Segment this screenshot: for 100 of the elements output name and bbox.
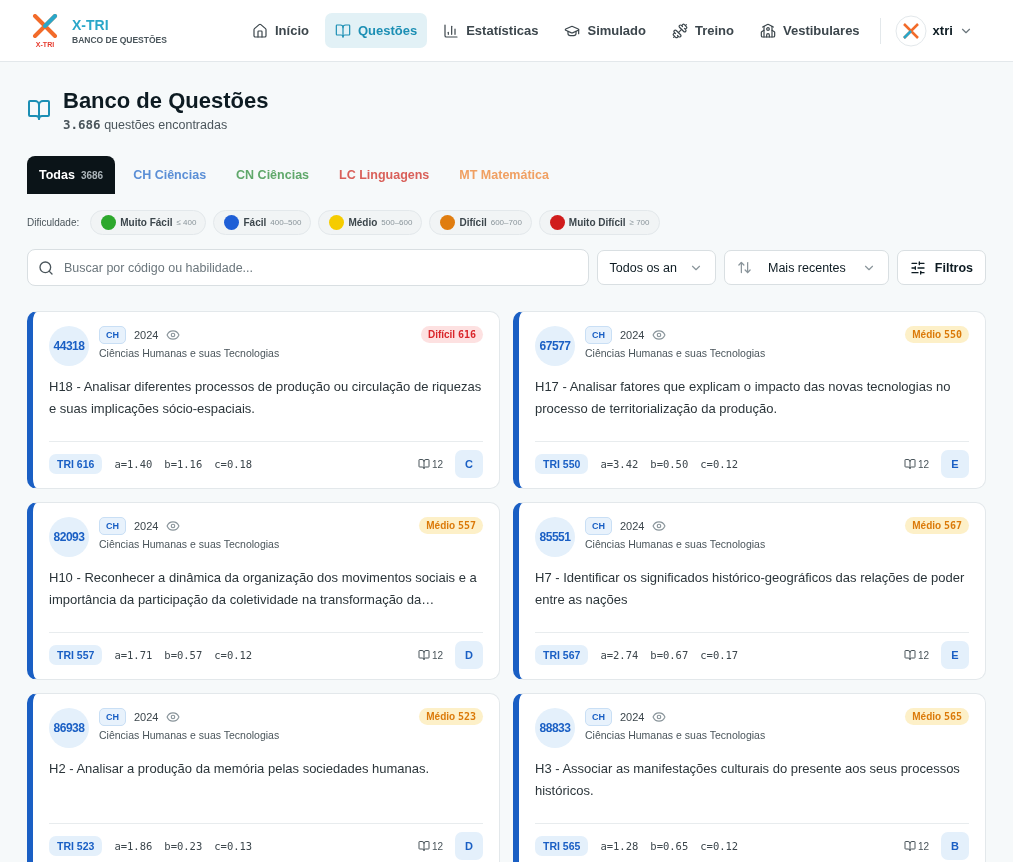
area-name: Ciências Humanas e suas Tecnologias bbox=[99, 347, 281, 359]
eye-icon bbox=[652, 519, 667, 533]
school-icon bbox=[760, 22, 776, 39]
filters-button[interactable]: Filtros bbox=[896, 250, 986, 285]
nav-link[interactable]: Simulado bbox=[554, 13, 656, 48]
question-card[interactable] bbox=[513, 311, 986, 489]
difficulty-chip[interactable]: Médio 500–600 bbox=[318, 210, 423, 235]
question-card[interactable]: 86938 CH 2024 Ciências Humanas e suas Tecnologias Médio 523 H2 - Analisar a produção da memória pelas sociedades humanas. TRI 523 a=1.86 b=0.23 c=0.13 12 D bbox=[27, 693, 500, 862]
page-count: 12 bbox=[903, 458, 929, 470]
answer-button[interactable]: E bbox=[941, 450, 969, 478]
brand-subtitle: BANCO DE QUESTÕES bbox=[72, 34, 167, 45]
page-count: 12 bbox=[903, 649, 929, 661]
param-a: a=2.74 bbox=[600, 649, 639, 661]
difficulty-tag: Médio 565 bbox=[905, 708, 969, 725]
tri-score: TRI 616 bbox=[49, 454, 103, 474]
result-count: 3.686 questões encontradas bbox=[63, 117, 229, 132]
nav-link[interactable]: Vestibulares bbox=[750, 13, 870, 48]
answer-button[interactable]: D bbox=[455, 641, 483, 669]
answer-button[interactable]: B bbox=[941, 832, 969, 860]
param-c: c=0.17 bbox=[700, 649, 739, 661]
param-b: b=1.16 bbox=[164, 458, 203, 470]
user-menu[interactable]: xtri bbox=[894, 14, 973, 47]
question-card[interactable]: 85551 CH 2024 Ciências Humanas e suas Tecnologias Médio 567 H7 - Identificar os significados histórico-geográficos das relações de poder entre as nações TRI 567 a=2.74 b=0.67 c=0.17 12 E bbox=[513, 502, 986, 680]
page-count: 12 bbox=[903, 840, 929, 852]
difficulty-tag: Médio 550 bbox=[905, 326, 969, 343]
area-name: Ciências Humanas e suas Tecnologias bbox=[585, 347, 767, 359]
question-code: 86938 bbox=[49, 708, 89, 748]
skill-description: H17 - Analisar fatores que explicam o impacto das novas tecnologias no processo de territorialização da produção. bbox=[535, 378, 952, 418]
difficulty-tag: Difícil 616 bbox=[420, 326, 483, 343]
skill-description: H18 - Analisar diferentes processos de produção ou circulação de riquezas e suas implicações sócio-espaciais. bbox=[49, 378, 483, 418]
eye-icon bbox=[166, 328, 181, 342]
answer-button[interactable]: C bbox=[455, 450, 483, 478]
answer-button[interactable]: E bbox=[941, 641, 969, 669]
param-b: b=0.67 bbox=[650, 649, 689, 661]
area-tag: CH bbox=[99, 708, 126, 726]
skill-description: H10 - Reconhecer a dinâmica da organização dos movimentos sociais e a importância da participação da coletividade na transformação da… bbox=[49, 569, 478, 609]
question-year: 2024 bbox=[134, 520, 159, 532]
param-a: a=1.40 bbox=[114, 458, 153, 470]
area-name: Ciências Humanas e suas Tecnologias bbox=[585, 729, 767, 741]
eye-icon bbox=[652, 328, 667, 342]
question-year: 2024 bbox=[620, 329, 645, 341]
avatar-icon bbox=[894, 14, 927, 47]
question-year: 2024 bbox=[134, 711, 159, 723]
param-b: b=0.57 bbox=[164, 649, 203, 661]
answer-button[interactable]: D bbox=[455, 832, 483, 860]
question-code: 88833 bbox=[535, 708, 575, 748]
question-code: 85551 bbox=[535, 517, 575, 557]
year-dropdown[interactable]: Todos os an bbox=[596, 250, 716, 285]
param-a: a=3.42 bbox=[600, 458, 639, 470]
nav-link[interactable]: Início bbox=[242, 13, 319, 48]
question-year: 2024 bbox=[134, 329, 159, 341]
difficulty-chip[interactable]: Muito Fácil ≤ 400 bbox=[90, 210, 207, 235]
param-c: c=0.18 bbox=[214, 458, 253, 470]
difficulty-tag: Médio 557 bbox=[419, 517, 483, 534]
question-card[interactable] bbox=[27, 502, 500, 680]
area-tag: CH bbox=[585, 517, 612, 535]
book-icon bbox=[27, 98, 51, 122]
area-name: Ciências Humanas e suas Tecnologias bbox=[99, 538, 281, 550]
page-count: 12 bbox=[417, 649, 443, 661]
difficulty-chip[interactable]: Difícil 600–700 bbox=[429, 210, 532, 235]
param-c: c=0.13 bbox=[214, 840, 253, 852]
tri-score: TRI 565 bbox=[535, 836, 589, 856]
param-b: b=0.23 bbox=[164, 840, 203, 852]
area-name: Ciências Humanas e suas Tecnologias bbox=[585, 538, 767, 550]
tri-score: TRI 523 bbox=[49, 836, 103, 856]
param-c: c=0.12 bbox=[700, 458, 739, 470]
tri-score: TRI 550 bbox=[535, 454, 589, 474]
param-b: b=0.65 bbox=[650, 840, 689, 852]
tri-score: TRI 567 bbox=[535, 645, 589, 665]
question-year: 2024 bbox=[620, 520, 645, 532]
page-title: Banco de Questões bbox=[63, 88, 269, 114]
page-count: 12 bbox=[417, 458, 443, 470]
skill-description: H2 - Analisar a produção da memória pelas sociedades humanas. bbox=[49, 760, 431, 778]
question-code: 82093 bbox=[49, 517, 89, 557]
nav-link[interactable]: Treino bbox=[662, 13, 744, 48]
difficulty-chip[interactable]: Muito Difícil ≥ 700 bbox=[538, 210, 660, 235]
sort-dropdown[interactable]: Mais recentes bbox=[724, 250, 889, 285]
question-year: 2024 bbox=[620, 711, 645, 723]
area-tab[interactable]: Todas 3686 bbox=[27, 156, 116, 194]
param-b: b=0.50 bbox=[650, 458, 689, 470]
param-c: c=0.12 bbox=[700, 840, 739, 852]
sort-icon bbox=[737, 260, 752, 275]
search-icon bbox=[38, 260, 54, 276]
area-tag: CH bbox=[99, 326, 126, 344]
param-a: a=1.28 bbox=[600, 840, 639, 852]
search-field[interactable]: Buscar por código ou habilidade... bbox=[27, 249, 589, 286]
difficulty-tag: Médio 523 bbox=[419, 708, 483, 725]
tri-score: TRI 557 bbox=[49, 645, 103, 665]
area-tag: CH bbox=[585, 326, 612, 344]
param-c: c=0.12 bbox=[214, 649, 253, 661]
question-card[interactable] bbox=[27, 311, 500, 489]
home-icon bbox=[252, 22, 268, 39]
difficulty-tag: Médio 567 bbox=[905, 517, 969, 534]
param-a: a=1.86 bbox=[114, 840, 153, 852]
param-a: a=1.71 bbox=[114, 649, 153, 661]
difficulty-chip[interactable]: Fácil 400–500 bbox=[213, 210, 312, 235]
question-card[interactable]: 88833 CH 2024 Ciências Humanas e suas Tecnologias Médio 565 H3 - Associar as manifestações culturais do presente aos seus processos históricos. TRI 565 a=1.28 b=0.65 c=0.12 12 B bbox=[513, 693, 986, 862]
nav-link[interactable]: Estatísticas bbox=[433, 13, 549, 48]
difficulty-label: Dificuldade: bbox=[27, 217, 80, 228]
area-name: Ciências Humanas e suas Tecnologias bbox=[99, 729, 281, 741]
